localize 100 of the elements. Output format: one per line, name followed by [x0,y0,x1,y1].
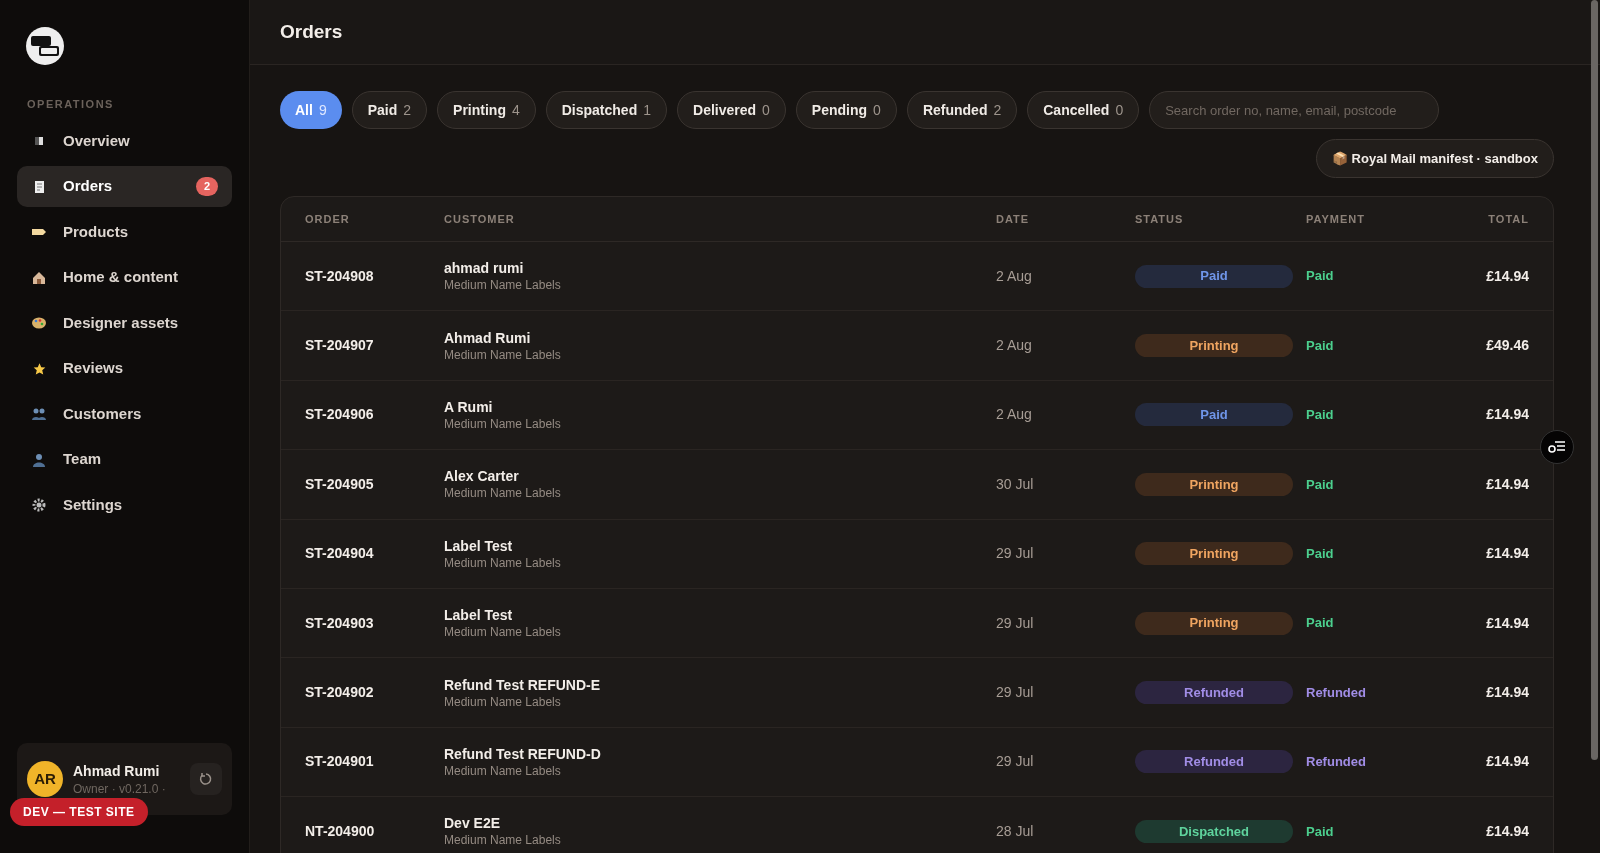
payment-status: Paid [1306,614,1335,633]
payment-status: Paid [1306,267,1335,286]
nav-item[interactable]: Settings [17,484,232,526]
section-label: OPERATIONS [26,97,115,112]
customer-name: Alex Carter [444,467,520,486]
nav-item[interactable]: Orders 2 [17,166,232,207]
order-date: 28 Jul [996,821,1035,841]
nav-item[interactable]: Designer assets [17,302,232,344]
payment-status: Paid [1306,406,1335,425]
order-date: 29 Jul [996,613,1035,633]
filter-tab[interactable]: Dispatched 1 [545,91,667,129]
filter-tab[interactable]: Paid 2 [351,91,428,129]
filter-tab[interactable]: Pending 0 [795,91,897,129]
customer-name: Refund Test REFUND-E [444,675,602,694]
customer-name: A Rumi [444,397,494,416]
column-header: TOTAL [1487,211,1529,227]
nav-item[interactable]: Team [17,439,232,480]
status-badge: Printing [1135,334,1293,358]
user-role: Owner · v0.21.0 · [73,782,167,797]
customer-name: Refund Test REFUND-D [444,744,602,763]
house-icon [31,270,47,285]
count-badge: 2 [195,177,218,196]
product-name: Medium Name Labels [444,762,562,779]
status-badge: Printing [1135,611,1293,635]
gear-icon [31,498,47,512]
order-number: ST-204905 [305,474,375,494]
order-number: NT-204900 [305,821,376,841]
order-date: 29 Jul [996,544,1035,564]
product-name: Medium Name Labels [444,624,562,641]
palette-icon [31,316,47,330]
order-date: 30 Jul [996,474,1035,494]
order-total: £14.94 [1485,405,1529,425]
customer-name: Label Test [444,606,514,625]
logo-icon [25,26,65,66]
search-field[interactable]: Search order no, name, email, postcode [1149,91,1440,129]
product-name: Medium Name Labels [444,415,562,432]
nav-item[interactable]: Overview [17,120,232,162]
order-total: £14.94 [1485,752,1529,772]
payment-status: Refunded [1306,683,1367,702]
avatar: AR [27,761,63,797]
nav-item[interactable]: Home & content [17,257,232,298]
column-header: PAYMENT [1306,211,1366,227]
order-total: £14.94 [1485,474,1529,494]
order-number: ST-204901 [305,752,375,772]
order-total: £14.94 [1485,683,1529,703]
order-number: ST-204903 [305,613,375,633]
order-date: 2 Aug [996,405,1033,425]
order-date: 29 Jul [996,683,1035,703]
filter-tab[interactable]: Printing 4 [437,91,536,129]
person-icon [31,452,47,467]
status-badge: Printing [1135,472,1293,496]
refresh-icon [199,772,213,786]
list-settings-icon [1548,440,1566,454]
product-name: Medium Name Labels [444,485,562,502]
customer-name: ahmad rumi [444,259,525,278]
column-header: ORDER [305,211,351,227]
user-name: Ahmad Rumi [73,762,161,781]
status-badge: Paid [1135,264,1293,288]
payment-status: Paid [1306,475,1335,494]
order-number: ST-204908 [305,266,375,286]
people-icon [31,407,47,421]
filter-settings-button[interactable] [1540,430,1574,464]
nav-item[interactable]: Products [17,211,232,253]
filter-tab[interactable]: Delivered 0 [677,91,786,129]
order-total: £14.94 [1485,544,1529,564]
order-total: £14.94 [1485,613,1529,633]
order-total: £49.46 [1485,336,1529,356]
status-badge: Refunded [1135,681,1293,705]
customer-name: Dev E2E [444,814,502,833]
environment-badge: DEV — TEST SITE [10,798,148,826]
refresh-button[interactable] [190,763,222,795]
page-title: Orders [280,19,343,44]
product-name: Medium Name Labels [444,346,562,363]
column-header: CUSTOMER [444,211,516,227]
column-header: DATE [996,211,1031,227]
status-badge: Dispatched [1135,819,1293,843]
order-date: 2 Aug [996,266,1033,286]
product-name: Medium Name Labels [444,554,562,571]
customer-name: Ahmad Rumi [444,328,532,347]
order-number: ST-204902 [305,683,375,703]
payment-status: Refunded [1306,753,1367,772]
product-name: Medium Name Labels [444,277,562,294]
product-name: Medium Name Labels [444,832,562,849]
payment-status: Paid [1306,336,1335,355]
customer-name: Label Test [444,536,514,555]
nav-item[interactable]: Reviews [17,348,232,389]
order-total: £14.94 [1485,821,1529,841]
order-date: 29 Jul [996,752,1035,772]
nav-item[interactable]: Customers [17,393,232,435]
filter-tab[interactable]: Cancelled 0 [1027,91,1140,129]
order-total: £14.94 [1485,266,1529,286]
status-badge: Refunded [1135,750,1293,774]
product-name: Medium Name Labels [444,693,562,710]
payment-status: Paid [1306,545,1335,563]
manifest-button[interactable]: 📦 Royal Mail manifest · sandbox [1316,139,1554,178]
status-badge: Paid [1135,403,1293,427]
filter-tab[interactable]: Refunded 2 [906,91,1018,129]
order-number: ST-204906 [305,405,375,425]
status-badge: Printing [1135,542,1293,566]
order-date: 2 Aug [996,336,1033,356]
